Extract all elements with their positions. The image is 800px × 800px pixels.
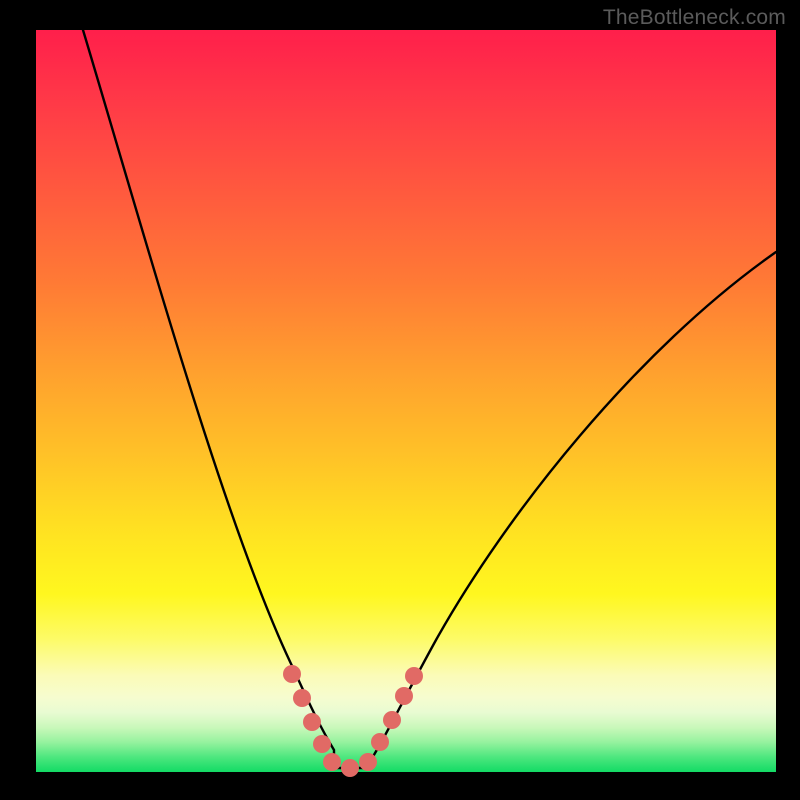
marker-dot [323, 753, 341, 771]
marker-dot [293, 689, 311, 707]
curve-left-branch [83, 30, 334, 768]
marker-dot [359, 753, 377, 771]
curve-layer [36, 30, 776, 772]
chart-frame: TheBottleneck.com [0, 0, 800, 800]
marker-dot [341, 759, 359, 777]
marker-dot [395, 687, 413, 705]
marker-dot [313, 735, 331, 753]
marker-dot [405, 667, 423, 685]
marker-dot [383, 711, 401, 729]
marker-dot [283, 665, 301, 683]
marker-group [283, 665, 423, 777]
marker-dot [371, 733, 389, 751]
watermark-text: TheBottleneck.com [603, 6, 786, 30]
marker-dot [303, 713, 321, 731]
curve-right-branch [366, 252, 776, 768]
